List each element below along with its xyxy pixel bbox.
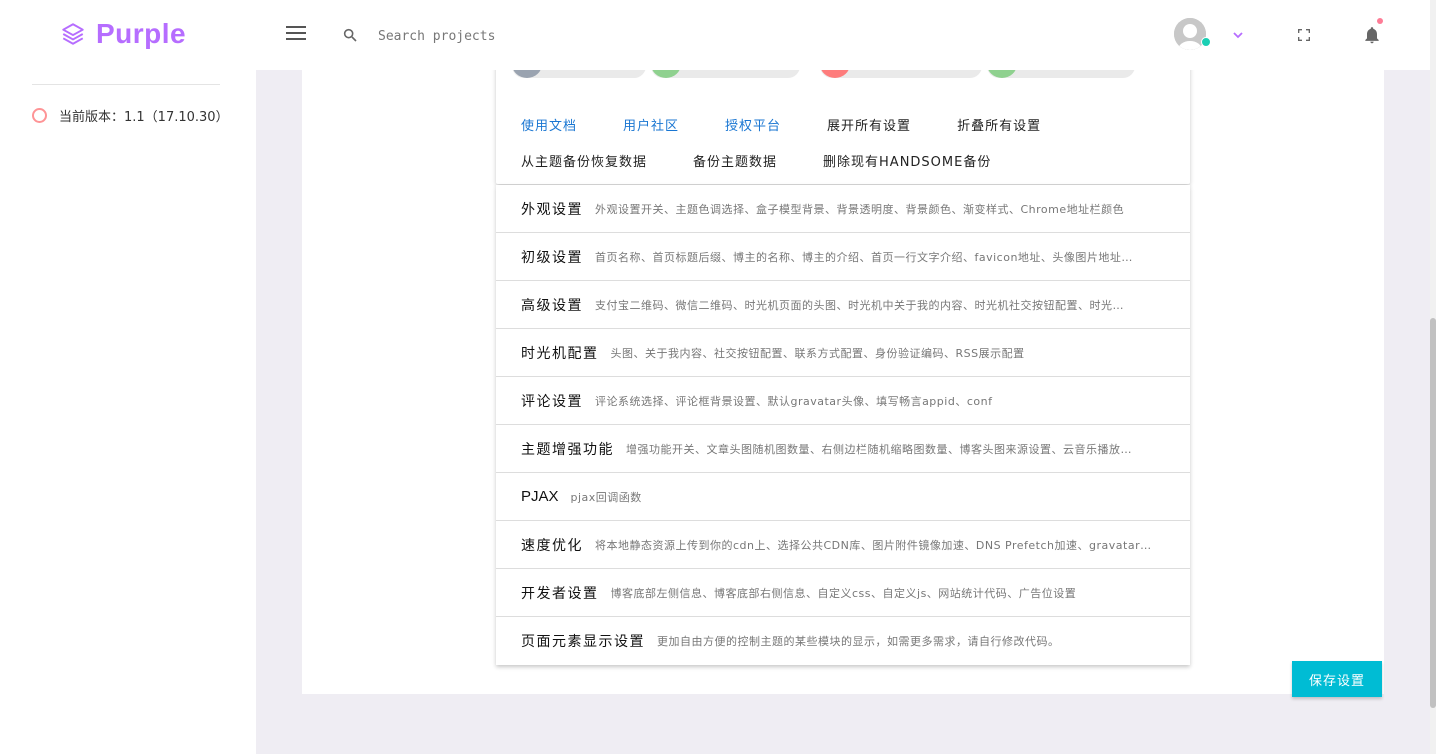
settings-row[interactable]: 时光机配置 头图、关于我内容、社交按钮配置、联系方式配置、身份验证编码、RSS展示… xyxy=(496,329,1190,377)
top-navbar: Purple xyxy=(0,0,1430,70)
settings-row-title: 初级设置 xyxy=(521,249,583,266)
settings-link[interactable]: 备份主题数据 xyxy=(693,151,777,170)
settings-row-description: 头图、关于我内容、社交按钮配置、联系方式配置、身份验证编码、RSS展示配置 xyxy=(610,346,1025,360)
version-label: 当前版本：1.1（17.10.30） xyxy=(59,110,229,125)
settings-row-title: PJAX xyxy=(521,488,559,505)
settings-row[interactable]: PJAX pjax回调函数 xyxy=(496,473,1190,521)
settings-row-description: 首页名称、首页标题后缀、博主的名称、博主的介绍、首页一行文字介绍、favicon… xyxy=(595,250,1133,264)
settings-row-description: 更加自由方便的控制主题的某些模块的显示，如需更多需求，请自行修改代码。 xyxy=(657,635,1060,648)
settings-row-title: 页面元素显示设置 xyxy=(521,634,645,650)
save-settings-button[interactable]: 保存设置 xyxy=(1292,661,1382,697)
settings-row-title: 外观设置 xyxy=(521,201,583,218)
sidebar-divider xyxy=(32,84,220,85)
search-icon xyxy=(343,28,357,42)
link-row-secondary: 从主题备份恢复数据 备份主题数据 删除现有HANDSOME备份 xyxy=(521,151,1037,170)
settings-link[interactable]: 删除现有HANDSOME备份 xyxy=(823,151,991,170)
notification-badge xyxy=(1377,18,1383,24)
settings-link[interactable]: 用户社区 xyxy=(623,115,679,134)
chevron-down-icon[interactable] xyxy=(1232,30,1244,40)
fullscreen-icon[interactable] xyxy=(1296,27,1312,43)
settings-row-description: pjax回调函数 xyxy=(570,490,642,504)
settings-link[interactable]: 展开所有设置 xyxy=(827,115,911,134)
menu-toggle-icon[interactable] xyxy=(286,26,306,42)
sidebar: 当前版本：1.1（17.10.30） xyxy=(0,70,256,754)
settings-row-title: 评论设置 xyxy=(521,393,583,410)
settings-row-title: 时光机配置 xyxy=(521,345,599,362)
settings-row-title: 开发者设置 xyxy=(521,585,599,602)
brand-logo[interactable]: Purple xyxy=(60,18,186,50)
settings-row-title: 主题增强功能 xyxy=(521,441,614,458)
settings-row[interactable]: 页面元素显示设置 更加自由方便的控制主题的某些模块的显示，如需更多需求，请自行修改… xyxy=(496,617,1190,665)
brand-name: Purple xyxy=(96,18,187,49)
scrollbar-thumb[interactable] xyxy=(1430,318,1436,708)
settings-row-description: 外观设置开关、主题色调选择、盒子模型背景、背景透明度、背景颜色、渐变样式、Chr… xyxy=(595,202,1125,216)
settings-row-description: 评论系统选择、评论框背景设置、默认gravatar头像、填写畅言appid、co… xyxy=(595,394,993,408)
settings-row[interactable]: 主题增强功能 增强功能开关、文章头图随机图数量、右侧边栏随机缩略图数量、博客头图来… xyxy=(496,425,1190,473)
search-input[interactable] xyxy=(376,22,680,50)
settings-row-description: 博客底部左侧信息、博客底部右侧信息、自定义css、自定义js、网站统计代码、广告… xyxy=(610,586,1077,600)
online-status-badge xyxy=(1201,37,1211,47)
settings-link[interactable]: 折叠所有设置 xyxy=(957,115,1041,134)
settings-link[interactable]: 授权平台 xyxy=(725,115,781,134)
settings-row[interactable]: 评论设置 评论系统选择、评论框背景设置、默认gravatar头像、填写畅言appi… xyxy=(496,377,1190,425)
settings-row[interactable]: 初级设置 首页名称、首页标题后缀、博主的名称、博主的介绍、首页一行文字介绍、fav… xyxy=(496,233,1190,281)
settings-row-description: 将本地静态资源上传到你的cdn上、选择公共CDN库、图片附件镜像加速、DNS P… xyxy=(595,538,1152,552)
circle-icon xyxy=(32,108,47,123)
settings-link[interactable]: 从主题备份恢复数据 xyxy=(521,151,647,170)
link-row-primary: 使用文档 用户社区 授权平台 展开所有设置 折叠所有设置 xyxy=(521,115,1087,134)
settings-row[interactable]: 高级设置 支付宝二维码、微信二维码、时光机页面的头图、时光机中关于我的内容、时光机… xyxy=(496,281,1190,329)
layers-icon xyxy=(62,23,84,45)
settings-row-title: 速度优化 xyxy=(521,537,583,554)
settings-link[interactable]: 使用文档 xyxy=(521,115,577,134)
sidebar-item-version[interactable]: 当前版本：1.1（17.10.30） xyxy=(32,106,229,125)
settings-row[interactable]: 开发者设置 博客底部左侧信息、博客底部右侧信息、自定义css、自定义js、网站统计… xyxy=(496,569,1190,617)
settings-row[interactable]: 外观设置 外观设置开关、主题色调选择、盒子模型背景、背景透明度、背景颜色、渐变样式… xyxy=(496,185,1190,233)
settings-row-title: 高级设置 xyxy=(521,297,583,314)
settings-row-description: 增强功能开关、文章头图随机图数量、右侧边栏随机缩略图数量、博客头图来源设置、云音… xyxy=(626,442,1132,456)
bell-icon[interactable] xyxy=(1362,24,1382,46)
settings-row[interactable]: 速度优化 将本地静态资源上传到你的cdn上、选择公共CDN库、图片附件镜像加速、D… xyxy=(496,521,1190,569)
settings-row-description: 支付宝二维码、微信二维码、时光机页面的头图、时光机中关于我的内容、时光机社交按钮… xyxy=(595,298,1124,312)
settings-list: 外观设置 外观设置开关、主题色调选择、盒子模型背景、背景透明度、背景颜色、渐变样式… xyxy=(496,185,1190,665)
